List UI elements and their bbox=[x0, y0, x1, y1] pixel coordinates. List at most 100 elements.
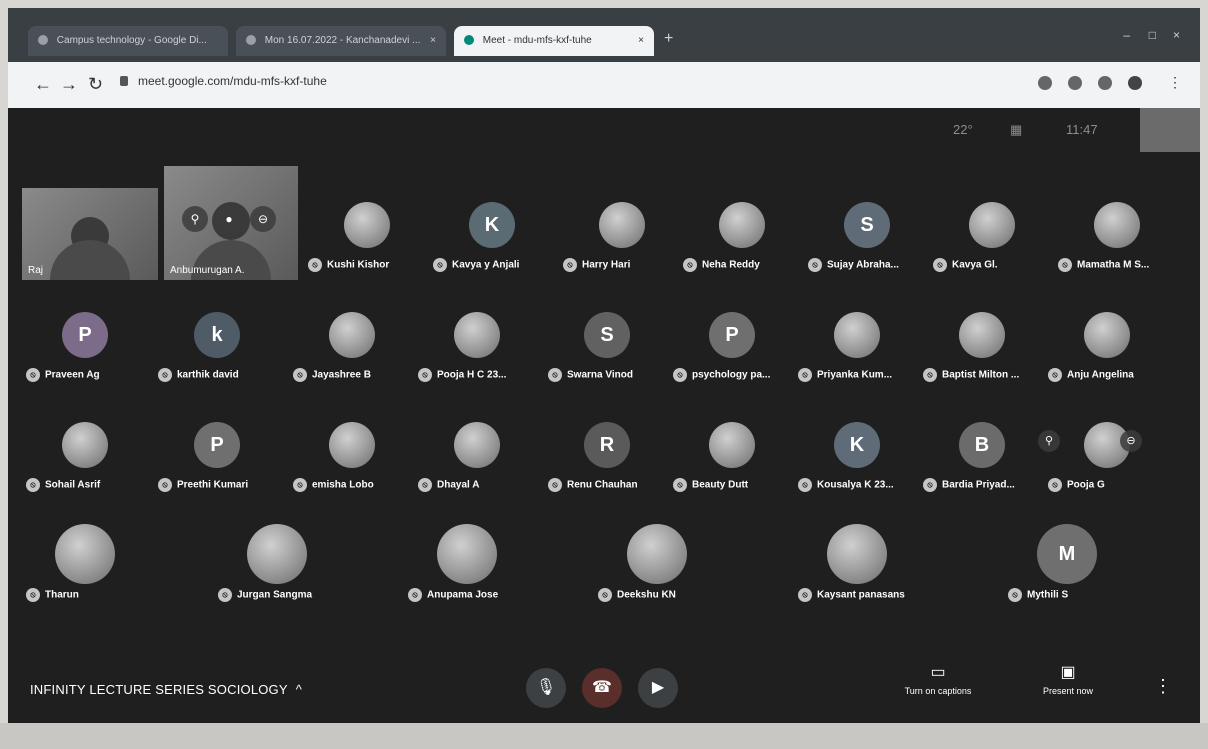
mic-off-icon: ⦸ bbox=[673, 368, 687, 382]
participant-name: Jayashree B bbox=[312, 369, 371, 381]
participant-tile[interactable]: ⦸ Baptist Milton ... bbox=[923, 312, 1041, 398]
mic-icon[interactable]: ● bbox=[216, 206, 242, 232]
participant-tile[interactable]: ⦸ Pooja H C 23... bbox=[418, 312, 536, 398]
participant-tile[interactable]: ⦸ Anupama Jose bbox=[408, 524, 526, 618]
participant-tile[interactable]: ⦸ Anju Angelina bbox=[1048, 312, 1166, 398]
participant-tile[interactable]: ⦸ Kushi Kishor bbox=[308, 202, 426, 288]
participant-name: Kousalya K 23... bbox=[817, 479, 894, 491]
participant-name: Praveen Ag bbox=[45, 369, 100, 381]
participant-label: ⦸ Neha Reddy bbox=[683, 258, 823, 272]
browser-window: Campus technology - Google Di... × Mon 1… bbox=[8, 8, 1200, 723]
participant-name: psychology pa... bbox=[692, 369, 771, 381]
participant-tile[interactable]: ⦸ Neha Reddy bbox=[683, 202, 801, 288]
participant-tile[interactable]: ⦸ Tharun bbox=[26, 524, 144, 618]
participant-tile[interactable]: ⦸ Beauty Dutt bbox=[673, 422, 791, 508]
participant-tile[interactable]: ⦸ Dhayal A bbox=[418, 422, 536, 508]
participant-name: Anju Angelina bbox=[1067, 369, 1134, 381]
reload-icon[interactable]: ↻ bbox=[88, 74, 103, 95]
participant-label: ⦸ emisha Lobo bbox=[293, 478, 433, 492]
participant-name: Kushi Kishor bbox=[327, 259, 390, 271]
captions-button[interactable]: ▭ Turn on captions bbox=[888, 662, 988, 696]
present-now-button[interactable]: ▣ Present now bbox=[1018, 662, 1118, 696]
participant-avatar bbox=[454, 422, 500, 468]
forward-arrow-icon[interactable]: → bbox=[60, 74, 78, 95]
pin-icon[interactable]: ⚲ bbox=[1038, 430, 1060, 452]
participant-tile[interactable]: ⦸ Mamatha M S... bbox=[1058, 202, 1176, 288]
participant-tile[interactable]: K ⦸ Kousalya K 23... bbox=[798, 422, 916, 508]
participant-label: ⦸ Kavya y Anjali bbox=[433, 258, 573, 272]
participant-tile[interactable]: P ⦸ Praveen Ag bbox=[26, 312, 144, 398]
participant-avatar: P bbox=[194, 422, 240, 468]
tab-label: Mon 16.07.2022 - Kanchanadevi ... bbox=[264, 35, 421, 46]
participant-tile[interactable]: K ⦸ Kavya y Anjali bbox=[433, 202, 551, 288]
participant-name: Sohail Asrif bbox=[45, 479, 101, 491]
participant-tile[interactable]: ⦸ Pooja G ⚲ ⊖ bbox=[1038, 422, 1166, 508]
participant-avatar bbox=[959, 312, 1005, 358]
participant-avatar: P bbox=[62, 312, 108, 358]
participant-tile[interactable]: R ⦸ Renu Chauhan bbox=[548, 422, 666, 508]
participant-tile[interactable]: ⦸ Sohail Asrif bbox=[26, 422, 144, 508]
participant-tile[interactable]: B ⦸ Bardia Priyad... bbox=[923, 422, 1041, 508]
participant-tile[interactable]: ⦸ Kavya Gl. bbox=[933, 202, 1051, 288]
mic-off-icon: ⦸ bbox=[1058, 258, 1072, 272]
extension-icon[interactable] bbox=[1068, 76, 1082, 90]
video-tile[interactable]: Raj bbox=[22, 188, 158, 280]
participant-tile[interactable]: k ⦸ karthik david bbox=[158, 312, 276, 398]
mic-off-icon: ⦸ bbox=[433, 258, 447, 272]
participant-tile[interactable]: ⦸ Harry Hari bbox=[563, 202, 681, 288]
extension-icon[interactable] bbox=[1098, 76, 1112, 90]
tab-campus[interactable]: Campus technology - Google Di... × bbox=[28, 26, 228, 56]
participant-tile[interactable]: P ⦸ psychology pa... bbox=[673, 312, 791, 398]
video-tile[interactable]: ⚲ ● ⊖ Anbumurugan A. bbox=[164, 166, 298, 280]
remove-icon[interactable]: ⊖ bbox=[1120, 430, 1142, 452]
participant-avatar: K bbox=[469, 202, 515, 248]
tab-attendance[interactable]: Mon 16.07.2022 - Kanchanadevi ... × bbox=[236, 26, 446, 56]
minimize-icon[interactable]: – bbox=[1123, 28, 1130, 42]
participant-tile[interactable]: ⦸ emisha Lobo bbox=[293, 422, 411, 508]
participant-avatar: K bbox=[834, 422, 880, 468]
participant-tile[interactable]: P ⦸ Preethi Kumari bbox=[158, 422, 276, 508]
participant-name: Priyanka Kum... bbox=[817, 369, 893, 381]
remove-icon[interactable]: ⊖ bbox=[250, 206, 276, 232]
browser-menu-icon[interactable]: ⋮ bbox=[1168, 74, 1182, 91]
close-icon[interactable]: × bbox=[430, 26, 436, 56]
mic-off-icon: ⦸ bbox=[798, 478, 812, 492]
maximize-icon[interactable]: □ bbox=[1149, 28, 1156, 42]
mic-off-icon: ⦸ bbox=[26, 478, 40, 492]
participant-name: Mythili S bbox=[1027, 589, 1069, 601]
participant-avatar bbox=[454, 312, 500, 358]
participant-tile[interactable]: ⦸ Jurgan Sangma bbox=[218, 524, 336, 618]
participant-avatar: M bbox=[1037, 524, 1097, 584]
participant-tile[interactable]: S ⦸ Sujay Abraha... bbox=[808, 202, 926, 288]
camera-button[interactable]: ▶ bbox=[638, 668, 678, 708]
leave-call-button[interactable]: ☎ bbox=[582, 668, 622, 708]
mic-off-icon: ⦸ bbox=[563, 258, 577, 272]
participant-tile[interactable]: ⦸ Priyanka Kum... bbox=[798, 312, 916, 398]
pin-icon[interactable]: ⚲ bbox=[182, 206, 208, 232]
participant-tile[interactable]: ⦸ Deekshu KN bbox=[598, 524, 716, 618]
more-options-icon[interactable]: ⋮ bbox=[1154, 676, 1172, 697]
participant-avatar bbox=[1084, 312, 1130, 358]
participant-tile[interactable]: ⦸ Jayashree B bbox=[293, 312, 411, 398]
meeting-title: INFINITY LECTURE SERIES SOCIOLOGY bbox=[30, 682, 288, 697]
tile-hover-controls: ⚲ ⊖ bbox=[1038, 430, 1142, 452]
profile-avatar-icon[interactable] bbox=[1128, 76, 1142, 90]
meeting-details[interactable]: INFINITY LECTURE SERIES SOCIOLOGY ^ bbox=[30, 682, 302, 697]
close-icon[interactable]: × bbox=[638, 26, 644, 56]
participant-name: Beauty Dutt bbox=[692, 479, 749, 491]
participant-tile[interactable]: ⦸ Kaysant panasans bbox=[798, 524, 916, 618]
participant-label: ⦸ Jurgan Sangma bbox=[218, 588, 358, 602]
participant-tile[interactable]: M ⦸ Mythili S bbox=[1008, 524, 1126, 618]
meet-favicon-icon bbox=[464, 35, 474, 46]
participant-tile[interactable]: S ⦸ Swarna Vinod bbox=[548, 312, 666, 398]
window-close-icon[interactable]: × bbox=[1173, 28, 1180, 42]
tab-meet[interactable]: Meet - mdu-mfs-kxf-tuhe × bbox=[454, 26, 654, 56]
participant-avatar bbox=[344, 202, 390, 248]
extension-icon[interactable] bbox=[1038, 76, 1052, 90]
participant-avatar bbox=[719, 202, 765, 248]
new-tab-button[interactable]: + bbox=[664, 30, 673, 48]
back-arrow-icon[interactable]: ← bbox=[34, 74, 52, 95]
url-field[interactable]: meet.google.com/mdu-mfs-kxf-tuhe bbox=[138, 74, 327, 88]
participant-label: ⦸ Sohail Asrif bbox=[26, 478, 166, 492]
mic-button[interactable]: 🎙 bbox=[526, 668, 566, 708]
